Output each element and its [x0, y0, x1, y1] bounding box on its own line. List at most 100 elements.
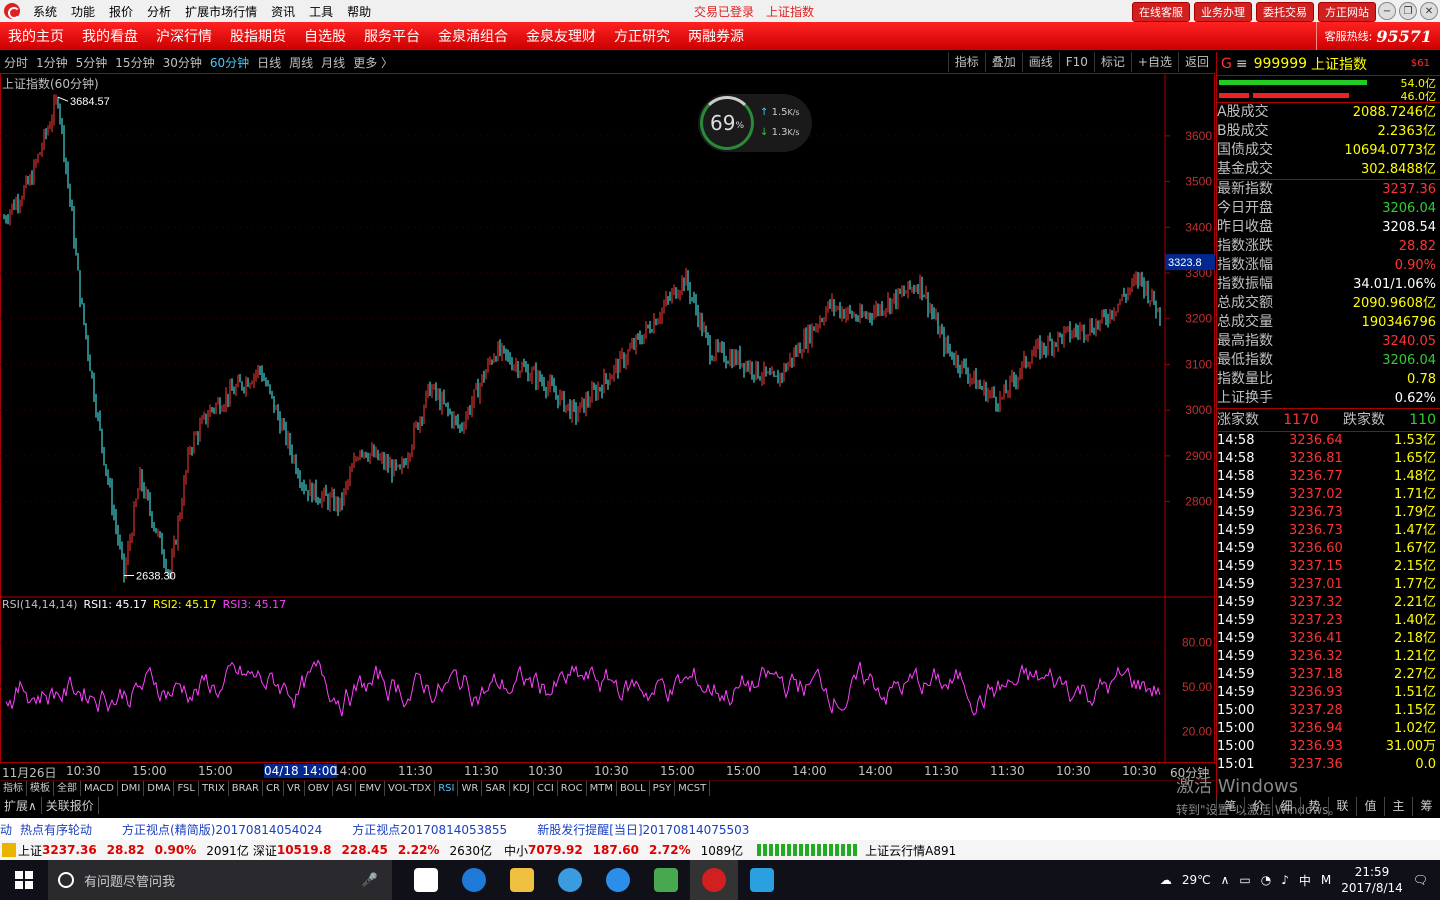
- nav-services[interactable]: 服务平台: [356, 26, 430, 46]
- indicator-tab[interactable]: MACD: [81, 781, 118, 796]
- related-quote-tab[interactable]: 关联报价: [42, 797, 99, 814]
- online-service-button[interactable]: 在线客服: [1132, 2, 1190, 22]
- nav-my-board[interactable]: 我的看盘: [74, 26, 148, 46]
- menu-function[interactable]: 功能: [64, 3, 102, 20]
- indicator-tab[interactable]: KDJ: [510, 781, 534, 796]
- business-button[interactable]: 业务办理: [1194, 2, 1252, 22]
- expand-button[interactable]: 扩展∧: [0, 797, 42, 814]
- overlay-button[interactable]: 叠加: [984, 52, 1022, 72]
- period-tab[interactable]: 周线: [285, 54, 317, 71]
- founder-app-icon[interactable]: [690, 860, 738, 900]
- nav-research[interactable]: 方正研究: [606, 26, 680, 46]
- panel-tab[interactable]: 势: [1300, 797, 1328, 816]
- news-item[interactable]: 热点有序轮动: [20, 821, 92, 838]
- indicator-tab[interactable]: DMA: [144, 781, 175, 796]
- website-button[interactable]: 方正网站: [1318, 2, 1376, 22]
- battery-icon[interactable]: ▭: [1239, 873, 1250, 887]
- m-icon[interactable]: M: [1321, 873, 1331, 887]
- indicator-tab[interactable]: MCST: [675, 781, 711, 796]
- menu-analysis[interactable]: 分析: [140, 3, 178, 20]
- mark-button[interactable]: 标记: [1093, 52, 1131, 72]
- explorer-icon[interactable]: [498, 860, 546, 900]
- indicator-tab[interactable]: TRIX: [199, 781, 229, 796]
- period-more[interactable]: 更多 〉: [349, 54, 397, 71]
- period-tab-active[interactable]: 60分钟: [206, 54, 253, 71]
- chart-app-icon[interactable]: [738, 860, 786, 900]
- nav-home[interactable]: 我的主页: [0, 26, 74, 46]
- app-icon[interactable]: [642, 860, 690, 900]
- indicator-tab[interactable]: CR: [263, 781, 284, 796]
- draw-button[interactable]: 画线: [1021, 52, 1059, 72]
- mic-icon[interactable]: 🎤: [362, 873, 378, 888]
- nav-futures[interactable]: 股指期货: [222, 26, 296, 46]
- volume-icon[interactable]: ♪: [1281, 873, 1289, 887]
- zx-label[interactable]: 中小: [504, 842, 528, 859]
- indicator-tab[interactable]: BRAR: [229, 781, 263, 796]
- indicator-tab[interactable]: FSL: [174, 781, 199, 796]
- sh-label[interactable]: 上证: [18, 842, 42, 859]
- panel-tab[interactable]: 联: [1328, 797, 1356, 816]
- start-button[interactable]: [0, 860, 48, 900]
- menu-lines-icon[interactable]: ≡: [1236, 56, 1248, 72]
- panel-tab[interactable]: 价: [1244, 797, 1272, 816]
- cloud-quote[interactable]: 上证云行情A891: [865, 842, 956, 859]
- sz-label[interactable]: 深证: [253, 842, 277, 859]
- indicator-tab[interactable]: OBV: [305, 781, 333, 796]
- period-tab[interactable]: 30分钟: [159, 54, 206, 71]
- nav-watchlist[interactable]: 自选股: [296, 26, 356, 46]
- add-watchlist-button[interactable]: +自选: [1130, 52, 1178, 72]
- news-item[interactable]: 方正视点20170814053855: [352, 821, 507, 838]
- news-item[interactable]: 方正视点(精简版)20170814054024: [122, 821, 322, 838]
- ime-indicator[interactable]: 中: [1299, 872, 1311, 889]
- news-item[interactable]: 动: [0, 821, 12, 838]
- f10-button[interactable]: F10: [1058, 52, 1094, 72]
- indicator-tab[interactable]: WR: [458, 781, 483, 796]
- panel-tab[interactable]: 值: [1356, 797, 1384, 816]
- store-icon[interactable]: [402, 860, 450, 900]
- period-tab[interactable]: 15分钟: [111, 54, 158, 71]
- ie-icon[interactable]: [594, 860, 642, 900]
- panel-tab[interactable]: 筹: [1412, 797, 1440, 816]
- indicator-tab[interactable]: VR: [284, 781, 305, 796]
- panel-tab[interactable]: 主: [1384, 797, 1412, 816]
- indicator-tab[interactable]: ASI: [333, 781, 357, 796]
- period-tab[interactable]: 1分钟: [32, 54, 72, 71]
- nav-market[interactable]: 沪深行情: [148, 26, 222, 46]
- minimize-icon[interactable]: −: [1378, 2, 1396, 20]
- panel-tab[interactable]: 笔: [1216, 797, 1244, 816]
- tick-list[interactable]: 14:58 3236.64 1.53亿 14:58 3236.81 1.65亿 14:58 3…: [1217, 432, 1440, 774]
- wifi-icon[interactable]: ◔: [1261, 873, 1271, 887]
- period-tab[interactable]: 分时: [0, 54, 32, 71]
- nav-portfolio[interactable]: 金泉涌组合: [430, 26, 518, 46]
- menu-quote[interactable]: 报价: [102, 3, 140, 20]
- notification-icon[interactable]: 🗨: [1413, 873, 1428, 887]
- edge-icon[interactable]: [450, 860, 498, 900]
- indicator-tab[interactable]: CCI: [534, 781, 558, 796]
- indicator-tab[interactable]: DMI: [118, 781, 145, 796]
- indicator-tab[interactable]: MTM: [587, 781, 617, 796]
- nav-finance[interactable]: 金泉友理财: [518, 26, 606, 46]
- indicator-tab[interactable]: BOLL: [617, 781, 650, 796]
- indicator-button[interactable]: 指标: [947, 52, 985, 72]
- panel-tab[interactable]: 细: [1272, 797, 1300, 816]
- menu-extended-market[interactable]: 扩展市场行情: [178, 3, 264, 20]
- news-item[interactable]: 新股发行提醒[当日]20170814075503: [537, 821, 749, 838]
- restore-icon[interactable]: ❐: [1399, 2, 1417, 20]
- panel-g-icon[interactable]: G: [1221, 56, 1232, 72]
- indicator-tab[interactable]: SAR: [482, 781, 510, 796]
- trade-button[interactable]: 委托交易: [1256, 2, 1314, 22]
- indicator-tab[interactable]: EMV: [356, 781, 385, 796]
- close-icon[interactable]: ✕: [1420, 2, 1438, 20]
- menu-news[interactable]: 资讯: [264, 3, 302, 20]
- menu-system[interactable]: 系统: [26, 3, 64, 20]
- indicator-tab[interactable]: 模板: [27, 781, 54, 796]
- back-button[interactable]: 返回: [1177, 52, 1215, 72]
- indicator-tab[interactable]: ROC: [558, 781, 587, 796]
- weather-icon[interactable]: ☁: [1160, 873, 1172, 887]
- network-speed-widget[interactable]: 69% ↑ 1.5K/s ↓ 1.3K/s: [698, 94, 812, 152]
- taskbar-search[interactable]: 有问题尽管问我 🎤: [48, 860, 392, 900]
- browser-icon[interactable]: [546, 860, 594, 900]
- indicator-tab[interactable]: PSY: [650, 781, 676, 796]
- nav-margin[interactable]: 两融券源: [680, 26, 754, 46]
- menu-tools[interactable]: 工具: [302, 3, 340, 20]
